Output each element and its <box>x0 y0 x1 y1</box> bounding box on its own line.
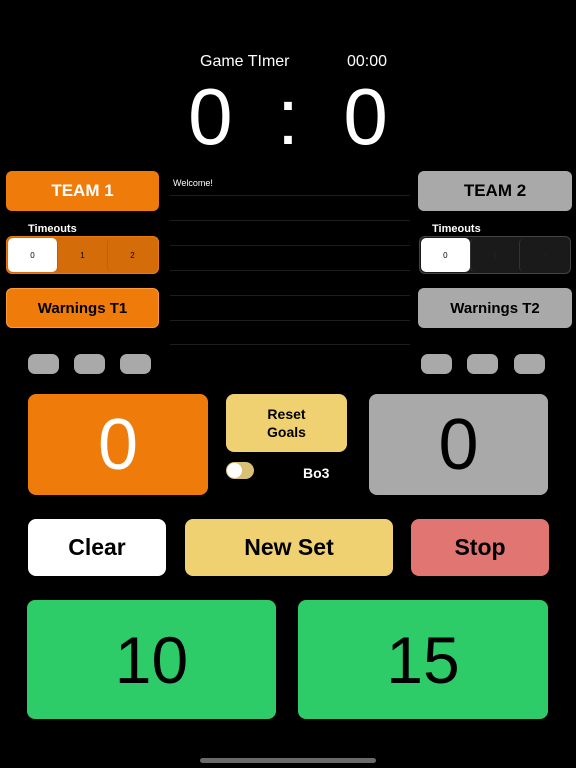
team1-timeout-0[interactable]: 0 <box>8 238 57 272</box>
team1-timeout-1[interactable]: 1 <box>57 238 107 272</box>
log-divider <box>170 344 410 345</box>
team2-timeout-2[interactable]: 2 <box>519 238 569 272</box>
toggle-knob <box>227 463 242 478</box>
team2-warning-indicator <box>514 354 545 374</box>
team1-warnings-button[interactable]: Warnings T1 <box>6 288 159 328</box>
team1-warning-indicator <box>28 354 59 374</box>
team1-warning-indicator <box>120 354 151 374</box>
team2-sets: 0 <box>343 72 388 161</box>
log-divider <box>170 220 410 221</box>
stop-button[interactable]: Stop <box>411 519 549 576</box>
team1-sets: 0 <box>188 72 233 161</box>
team2-goals-button[interactable]: 0 <box>369 394 548 495</box>
team2-timeouts-label: Timeouts <box>432 223 481 235</box>
log-divider <box>170 295 410 296</box>
home-indicator[interactable] <box>200 758 376 763</box>
reset-goals-label-line1: Reset <box>267 406 306 422</box>
team2-button[interactable]: TEAM 2 <box>418 171 572 211</box>
team1-timeouts-selector[interactable]: 0 1 2 <box>6 236 159 274</box>
log-divider <box>170 320 410 321</box>
clear-button[interactable]: Clear <box>28 519 166 576</box>
team2-timeout-1[interactable]: 1 <box>469 238 520 272</box>
new-set-button[interactable]: New Set <box>185 519 393 576</box>
team1-timeout-2[interactable]: 2 <box>107 238 157 272</box>
reset-goals-button[interactable]: Reset Goals <box>226 394 347 452</box>
bo3-label: Bo3 <box>303 465 330 481</box>
score-separator: : <box>276 72 300 161</box>
match-score: 0 : 0 <box>0 72 576 162</box>
game-timer-value: 00:00 <box>347 53 388 70</box>
team2-warning-indicator <box>467 354 498 374</box>
target-15-button[interactable]: 15 <box>298 600 548 719</box>
team2-timeouts-selector[interactable]: 0 1 2 <box>419 236 571 274</box>
bo3-toggle[interactable] <box>226 462 254 479</box>
game-timer-label: Game TImer <box>200 53 290 70</box>
reset-goals-label-line2: Goals <box>267 424 306 440</box>
team1-goals-button[interactable]: 0 <box>28 394 208 495</box>
log-divider <box>170 245 410 246</box>
team1-timeouts-label: Timeouts <box>28 223 77 235</box>
target-10-button[interactable]: 10 <box>27 600 276 719</box>
log-message: Welcome! <box>173 178 213 188</box>
team1-warning-indicator <box>74 354 105 374</box>
log-divider <box>170 270 410 271</box>
team2-timeout-0[interactable]: 0 <box>421 238 470 272</box>
team2-warning-indicator <box>421 354 452 374</box>
team2-warnings-button[interactable]: Warnings T2 <box>418 288 572 328</box>
log-divider <box>170 195 410 196</box>
event-log <box>170 195 410 345</box>
team1-button[interactable]: TEAM 1 <box>6 171 159 211</box>
